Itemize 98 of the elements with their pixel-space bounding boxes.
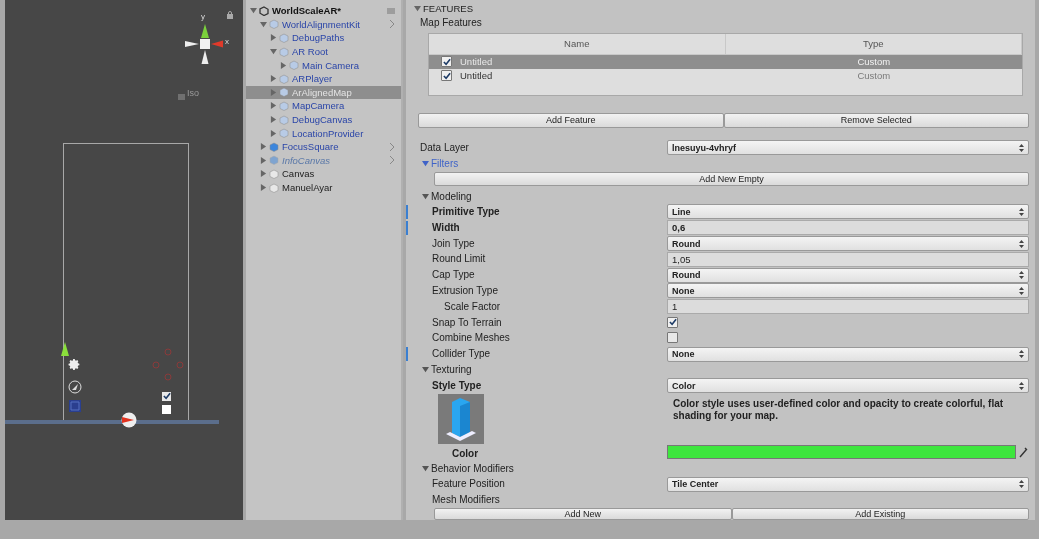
cube-icon — [279, 128, 289, 139]
cube-icon — [279, 33, 289, 43]
hierarchy-item[interactable]: Canvas — [246, 167, 401, 181]
property-label: Style Type — [431, 378, 483, 393]
feature-button[interactable]: Add Feature — [418, 112, 724, 128]
cube-icon — [269, 141, 279, 152]
property-dropdown[interactable]: None — [667, 346, 1029, 362]
cube-icon — [279, 100, 289, 111]
color-field[interactable] — [667, 444, 1016, 459]
property-field[interactable]: 1 — [667, 299, 1029, 315]
property-field[interactable]: 0,6 — [667, 220, 1029, 236]
hierarchy-item[interactable]: AR Root — [246, 44, 401, 59]
property-label: Color — [452, 447, 479, 459]
feature-type: Custom — [857, 70, 891, 82]
hierarchy-item[interactable]: ManuelAyar — [246, 180, 401, 195]
add-new-empty-button[interactable]: Add New Empty — [434, 172, 1029, 187]
property-label: Round Limit — [431, 252, 487, 267]
ball-icon — [121, 412, 137, 428]
eyedropper-icon[interactable] — [1019, 445, 1029, 458]
cube-icon — [269, 182, 279, 193]
feature-position-dropdown[interactable]: Tile Center — [667, 476, 1029, 492]
feature-name: Untitled — [460, 70, 493, 82]
feature-row[interactable]: Untitled Custom — [429, 68, 1022, 83]
feature-name: Untitled — [460, 56, 493, 68]
updown-icon — [1019, 381, 1024, 390]
foldout-arrow-icon[interactable] — [422, 159, 429, 167]
up-arrow-icon — [61, 342, 69, 356]
property-checkbox[interactable] — [667, 316, 678, 328]
feature-button[interactable]: Remove Selected — [723, 112, 1029, 128]
axis-label: x — [225, 38, 229, 46]
property-label: Snap To Terrain — [431, 315, 503, 330]
property-label: Mesh Modifiers — [431, 493, 501, 508]
data-layer-dropdown[interactable]: lnesuyu-4vhryf — [667, 140, 1029, 156]
hierarchy-item[interactable]: ARPlayer — [246, 71, 401, 86]
updown-icon — [1019, 239, 1024, 248]
scene-row[interactable]: WorldScaleAR* — [246, 4, 401, 18]
chevron-right-icon[interactable] — [389, 20, 395, 29]
updown-icon — [1019, 207, 1024, 216]
hierarchy-item[interactable]: DebugPaths — [246, 31, 401, 45]
foldout-arrow-icon[interactable] — [422, 192, 429, 200]
gear-icon — [68, 358, 81, 371]
property-dropdown[interactable]: Line — [667, 204, 1029, 220]
property-label: Join Type — [431, 236, 476, 251]
foldout-arrow-icon[interactable] — [414, 4, 421, 12]
property-dropdown[interactable]: None — [667, 283, 1029, 299]
property-label: Cap Type — [431, 268, 476, 283]
property-dropdown[interactable]: Round — [667, 236, 1029, 252]
cube-icon — [279, 46, 289, 57]
hierarchy-item[interactable]: WorldAlignmentKit — [246, 17, 401, 32]
updown-icon — [1019, 480, 1024, 489]
mesh-modifier-button[interactable]: Add New — [434, 508, 732, 520]
building-preview-icon — [438, 393, 484, 444]
cube-icon — [289, 60, 299, 71]
section-header[interactable]: Modeling — [431, 190, 472, 202]
compass-icon — [68, 380, 82, 394]
section-header: FEATURES — [423, 2, 473, 14]
hierarchy-item[interactable]: MapCamera — [246, 99, 401, 113]
section-header[interactable]: Texturing — [431, 364, 472, 376]
dpad-drawing — [151, 348, 185, 382]
updown-icon — [1019, 271, 1024, 280]
cube-icon — [279, 73, 289, 84]
style-type-dropdown[interactable]: Color — [667, 378, 1029, 394]
field-label: Map Features — [420, 17, 482, 29]
property-label: Extrusion Type — [431, 283, 499, 298]
lock-icon[interactable] — [227, 11, 233, 19]
mesh-modifier-button[interactable]: Add Existing — [731, 508, 1029, 520]
property-label: Scale Factor — [443, 299, 502, 314]
updown-icon — [1019, 143, 1024, 152]
property-label: Feature Position — [431, 477, 506, 492]
foldout-arrow-icon[interactable] — [422, 366, 429, 374]
axis-label: y — [201, 13, 205, 21]
feature-checkbox[interactable] — [441, 70, 452, 82]
scene-view[interactable]: y x Iso — [5, 0, 243, 520]
property-label: Data Layer — [419, 140, 470, 155]
cube-icon — [279, 114, 289, 125]
property-checkbox[interactable] — [667, 331, 678, 343]
toggle-checkbox[interactable] — [162, 392, 171, 401]
property-dropdown[interactable]: Round — [667, 267, 1029, 283]
style-description: Color style uses user-defined color and opacity to create colorful, flat shading for your map. — [673, 397, 1005, 422]
cube-icon — [269, 19, 279, 30]
property-field[interactable]: 1,05 — [667, 251, 1029, 267]
hierarchy-item[interactable]: DebugCanvas — [246, 112, 401, 127]
hierarchy-item[interactable]: Main Camera — [246, 58, 401, 72]
column-header[interactable]: Type — [725, 33, 1022, 54]
cube-icon — [279, 87, 289, 98]
updown-icon — [1019, 350, 1024, 359]
property-label: Combine Meshes — [431, 331, 511, 346]
updown-icon — [1019, 286, 1024, 295]
toggle-checkbox[interactable] — [162, 405, 171, 414]
column-header[interactable]: Name — [429, 33, 726, 54]
cube-icon — [269, 168, 279, 179]
cube-icon — [269, 155, 279, 166]
foldout-arrow-icon[interactable] — [422, 465, 429, 473]
feature-type: Custom — [857, 56, 891, 68]
hierarchy-item[interactable]: LocationProvider — [246, 126, 401, 140]
hierarchy-item[interactable]: FocusSquare — [246, 139, 401, 154]
section-header[interactable]: Behavior Modifiers — [431, 463, 514, 475]
feature-checkbox[interactable] — [441, 56, 452, 68]
